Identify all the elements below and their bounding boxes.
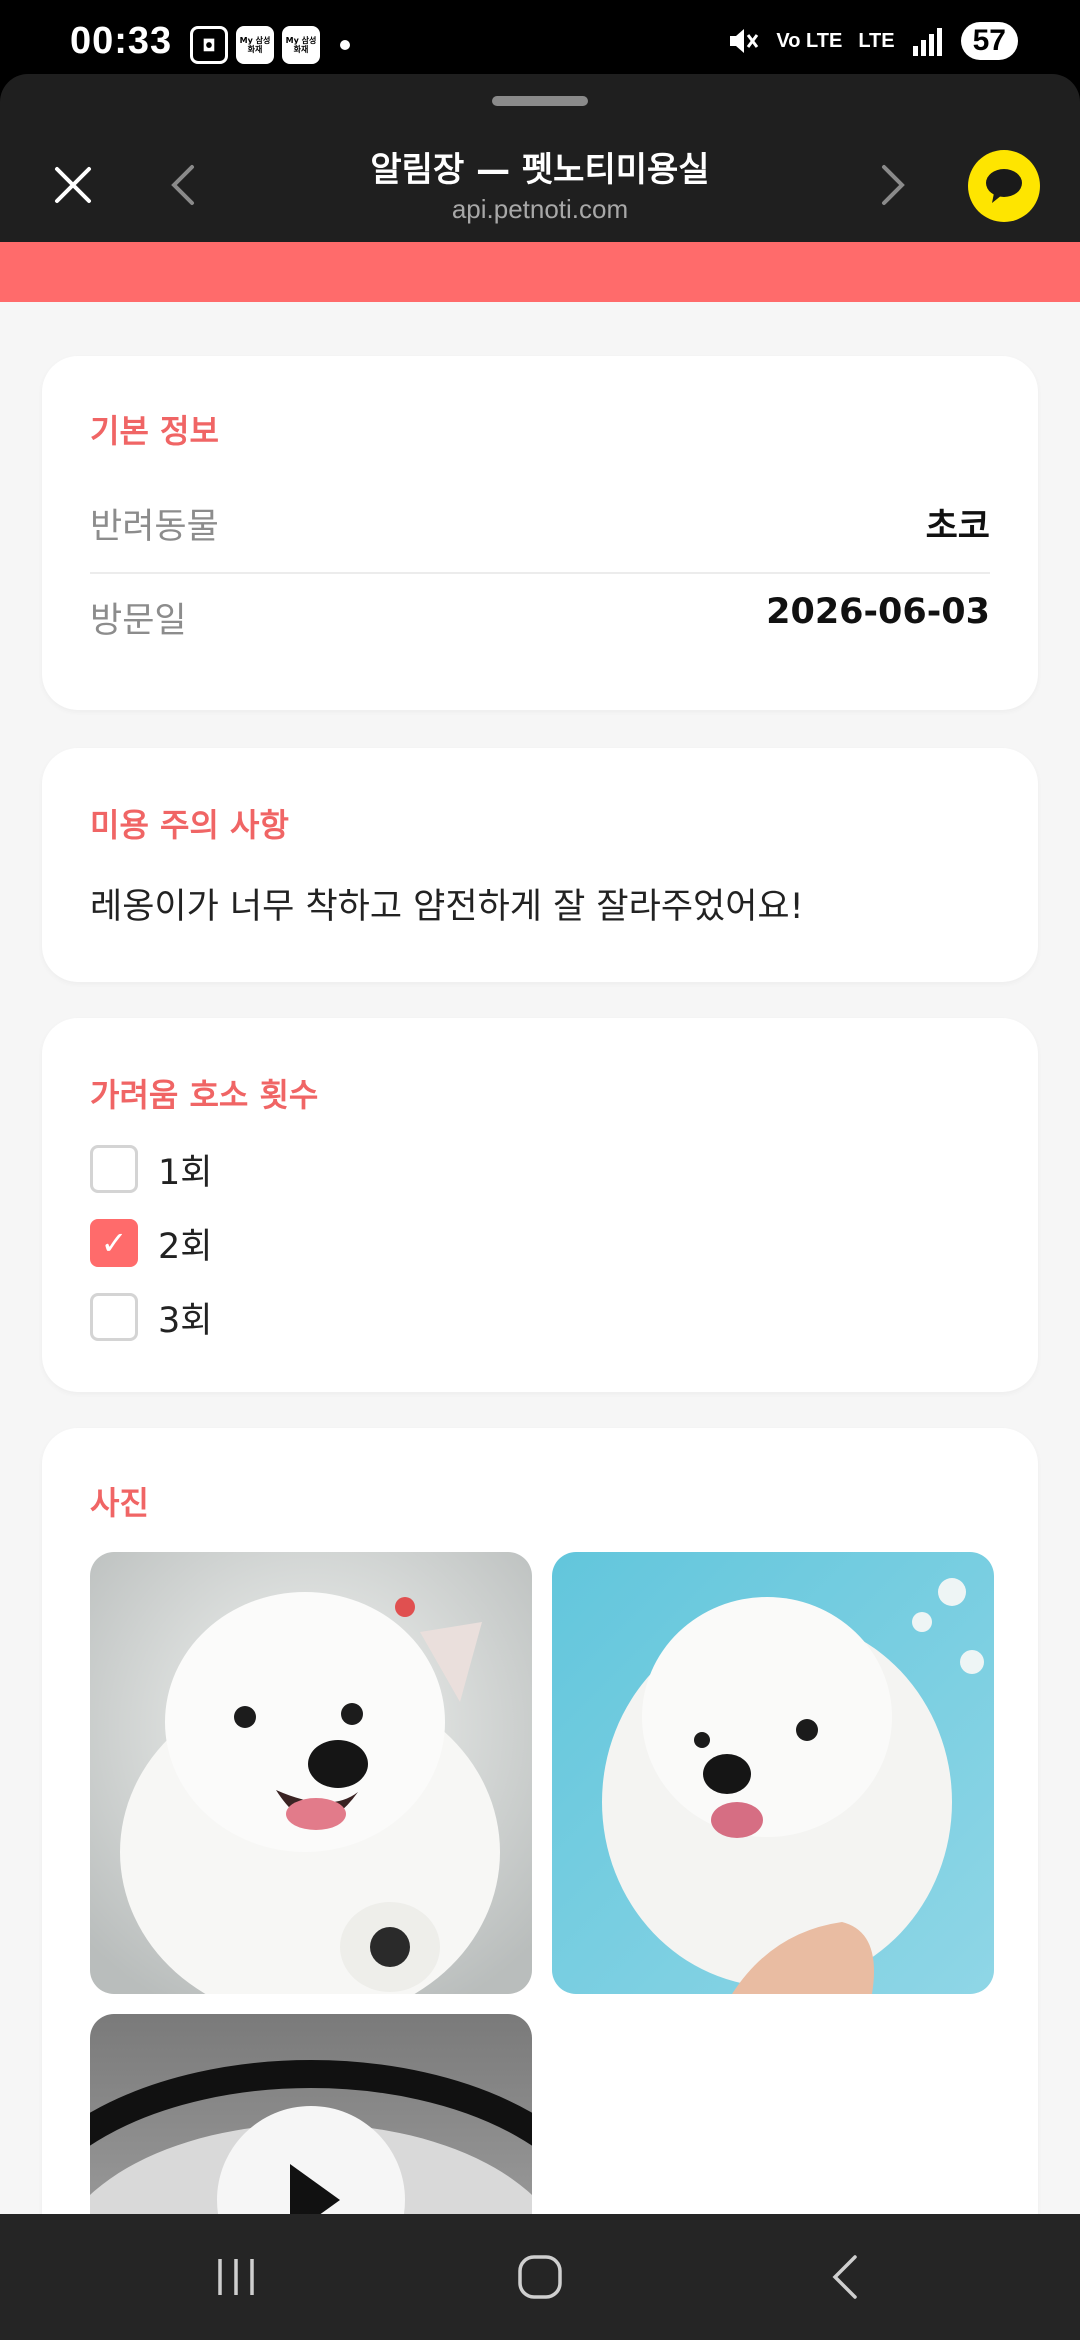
mute-icon (730, 29, 759, 53)
info-value: 초코 (925, 507, 990, 547)
page-url: api.petnoti.com (451, 194, 629, 224)
basic-info-card: 기본 정보 반려동물 초코 방문일 2026-06-03 (42, 356, 1038, 710)
option-label: 2회 (158, 1226, 213, 1267)
battery-indicator: 57 (960, 22, 1018, 60)
info-row-visit-date: 방문일 2026-06-03 (90, 570, 990, 662)
lte-label: LTE (858, 29, 895, 52)
home-icon (518, 2255, 562, 2299)
accent-banner (0, 242, 1080, 302)
option-label: 1회 (158, 1152, 213, 1193)
status-bar: 00:33 ◘ My 삼성화재 My 삼성화재 Vo LTE LTE 57 (0, 0, 1080, 74)
close-button[interactable] (40, 152, 106, 218)
chevron-right-icon (882, 165, 905, 205)
kakao-share-button[interactable] (968, 150, 1040, 222)
back-button[interactable] (150, 152, 216, 218)
notice-content[interactable]: 기본 정보 반려동물 초코 방문일 2026-06-03 미용 주의 사항 레옹… (0, 302, 1080, 2214)
checkbox-checked[interactable]: ✓ (90, 1219, 138, 1267)
chat-bubble-icon (986, 169, 1022, 203)
in-app-browser-header: 알림장 — 펫노티미용실 api.petnoti.com (0, 74, 1080, 242)
info-label: 반려동물 (90, 507, 219, 547)
checkbox[interactable] (90, 1145, 138, 1193)
info-row-pet: 반려동물 초코 (90, 476, 990, 568)
app-notification-icon: My 삼성화재 (236, 26, 274, 64)
notification-icons: ◘ My 삼성화재 My 삼성화재 (190, 26, 350, 64)
system-icons: Vo LTE LTE 57 (726, 22, 1018, 60)
option-1[interactable]: 1회 (90, 1144, 212, 1194)
back-nav-button[interactable] (804, 2244, 884, 2310)
volte-label: Vo LTE (776, 29, 843, 52)
forward-button[interactable] (860, 152, 926, 218)
screenshot-icon: ◘ (190, 26, 228, 64)
option-label: 3회 (158, 1300, 213, 1341)
system-navigation-bar (0, 2214, 1080, 2340)
card-title: 미용 주의 사항 (90, 806, 289, 844)
recent-apps-icon (218, 2259, 254, 2295)
home-button[interactable] (500, 2244, 580, 2310)
checkmark-icon: ✓ (100, 1224, 128, 1262)
app-notification-icon: My 삼성화재 (282, 26, 320, 64)
more-notifications-icon (340, 40, 350, 50)
card-title: 사진 (90, 1484, 149, 1522)
info-value: 2026-06-03 (766, 592, 990, 632)
note-text: 레옹이가 너무 착하고 얌전하게 잘 잘라주었어요! (90, 887, 804, 927)
card-title: 가려움 호소 횟수 (90, 1076, 319, 1114)
grooming-notes-card: 미용 주의 사항 레옹이가 너무 착하고 얌전하게 잘 잘라주었어요! (42, 748, 1038, 982)
status-time: 00:33 (70, 20, 173, 62)
photos-card: 사진 (42, 1428, 1038, 2214)
white-poodle-photo[interactable] (552, 1552, 994, 1994)
close-icon (55, 167, 91, 203)
card-title: 기본 정보 (90, 412, 219, 450)
checkbox[interactable] (90, 1293, 138, 1341)
drag-handle[interactable] (492, 96, 588, 106)
option-3[interactable]: 3회 (90, 1292, 212, 1342)
page-title: 알림장 — 펫노티미용실 (370, 150, 710, 190)
itch-count-card: 가려움 호소 횟수 1회 ✓ 2회 3회 (42, 1018, 1038, 1392)
video-thumbnail[interactable] (90, 2014, 532, 2214)
signal-icon (912, 28, 942, 56)
info-label: 방문일 (90, 601, 187, 641)
recent-apps-button[interactable] (196, 2244, 276, 2310)
chevron-left-icon (171, 165, 194, 205)
white-dog-photo[interactable] (90, 1552, 532, 1994)
option-2[interactable]: ✓ 2회 (90, 1218, 212, 1268)
back-arrow-icon (832, 2255, 857, 2299)
